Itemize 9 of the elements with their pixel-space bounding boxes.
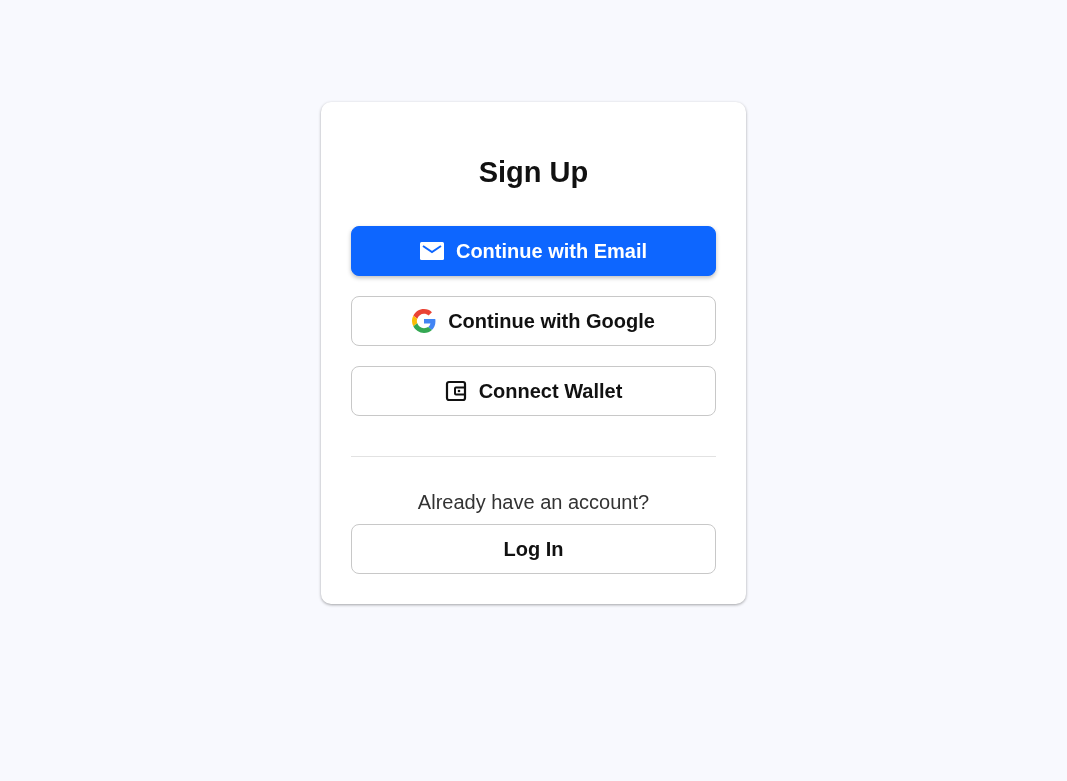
wallet-icon (444, 380, 467, 402)
log-in-button[interactable]: Log In (351, 524, 716, 574)
login-prompt: Already have an account? (416, 491, 651, 514)
google-g-icon (412, 309, 437, 333)
sign-up-option-button[interactable]: Continue with Google (351, 296, 716, 346)
card-title: Sign Up (477, 155, 590, 190)
sign-up-option-button[interactable]: Connect Wallet (351, 366, 716, 416)
sign-up-option-button[interactable]: Continue with Email (351, 226, 716, 276)
envelope-icon (419, 241, 444, 261)
